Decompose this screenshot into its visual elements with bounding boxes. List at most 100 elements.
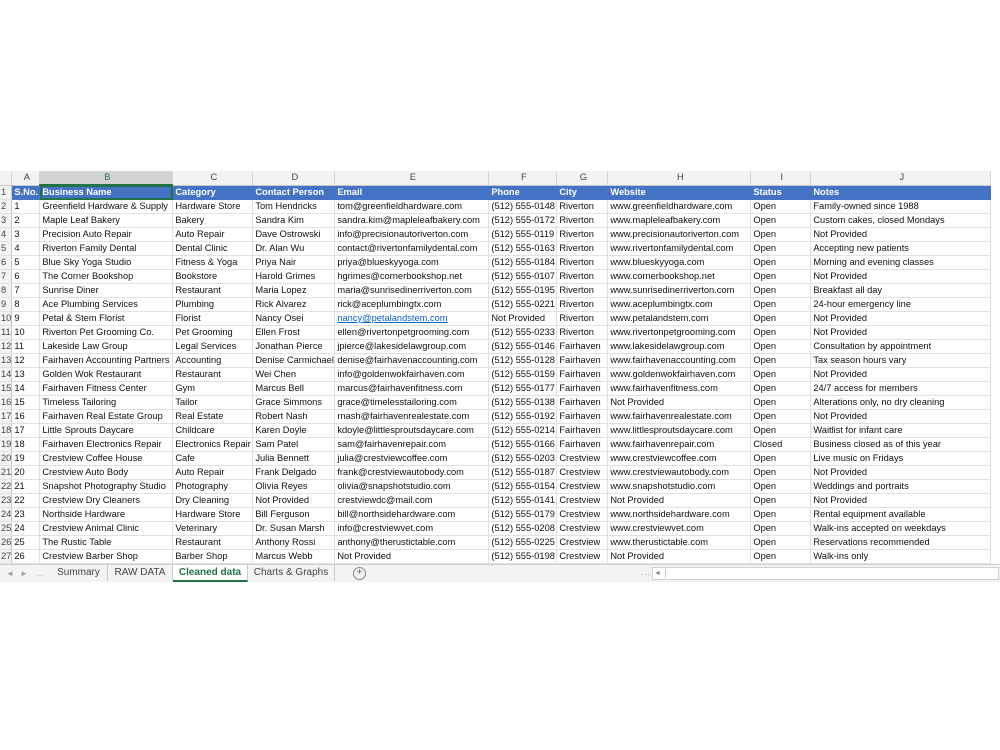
cell-status[interactable]: Open [750, 493, 812, 508]
cell-phone[interactable]: (512) 555-0163 [488, 241, 558, 256]
cell-business-name[interactable]: Timeless Tailoring [39, 395, 174, 410]
cell-email[interactable]: frank@crestviewautobody.com [334, 465, 490, 480]
cell-city[interactable]: Crestview [556, 521, 609, 536]
cell-sno[interactable]: 2 [11, 213, 41, 228]
cell-sno[interactable]: 19 [11, 451, 41, 466]
cell-city[interactable]: Crestview [556, 479, 609, 494]
cell-business-name[interactable]: Riverton Pet Grooming Co. [39, 325, 174, 340]
cell-category[interactable]: Hardware Store [172, 199, 254, 214]
row-number[interactable]: 1 [0, 185, 13, 200]
cell-business-name[interactable]: Fairhaven Accounting Partners [39, 353, 174, 368]
cell-phone[interactable]: (512) 555-0208 [488, 521, 558, 536]
cell-sno[interactable]: 1 [11, 199, 41, 214]
cell-notes[interactable]: Not Provided [810, 465, 992, 480]
cell-contact-person[interactable]: Bill Ferguson [252, 507, 336, 522]
cell-phone[interactable]: (512) 555-0172 [488, 213, 558, 228]
cell-business-name[interactable]: Maple Leaf Bakery [39, 213, 174, 228]
cell-email[interactable]: jpierce@lakesidelawgroup.com [334, 339, 490, 354]
cell-notes[interactable]: Rental equipment available [810, 507, 992, 522]
cell-contact-person[interactable]: Maria Lopez [252, 283, 336, 298]
cell-phone[interactable]: (512) 555-0203 [488, 451, 558, 466]
cell-sno[interactable]: 11 [11, 339, 41, 354]
cell-contact-person[interactable]: Sandra Kim [252, 213, 336, 228]
cell-notes[interactable]: Not Provided [810, 367, 992, 382]
cell-contact-person[interactable]: Ellen Frost [252, 325, 336, 340]
cell-contact-person[interactable]: Harold Grimes [252, 269, 336, 284]
cell-city[interactable]: Crestview [556, 493, 609, 508]
scroll-tabs-right-icon[interactable]: ► [18, 567, 30, 580]
cell-contact-person[interactable]: Frank Delgado [252, 465, 336, 480]
cell-sno[interactable]: 18 [11, 437, 41, 452]
cell-business-name[interactable]: Fairhaven Electronics Repair [39, 437, 174, 452]
cell-business-name[interactable]: Golden Wok Restaurant [39, 367, 174, 382]
cell-contact-person[interactable]: Not Provided [252, 493, 336, 508]
cell-email[interactable]: denise@fairhavenaccounting.com [334, 353, 490, 368]
cell-website[interactable]: www.rivertonfamilydental.com [607, 241, 752, 256]
cell-city[interactable]: Riverton [556, 297, 609, 312]
cell-phone[interactable]: (512) 555-0198 [488, 549, 558, 564]
cell-category[interactable]: Bookstore [172, 269, 254, 284]
cell-notes[interactable]: Not Provided [810, 227, 992, 242]
column-header-b[interactable]: B [39, 171, 174, 186]
cell-category[interactable]: Dry Cleaning [172, 493, 254, 508]
cell-website[interactable]: Not Provided [607, 549, 752, 564]
cell-sno[interactable]: 20 [11, 465, 41, 480]
cell-category[interactable]: Childcare [172, 423, 254, 438]
cell-status[interactable]: Open [750, 325, 812, 340]
cell-email[interactable]: info@goldenwokfairhaven.com [334, 367, 490, 382]
cell-city[interactable]: Riverton [556, 255, 609, 270]
cell-city[interactable]: Riverton [556, 269, 609, 284]
cell-city[interactable]: Crestview [556, 507, 609, 522]
cell-notes[interactable]: Not Provided [810, 269, 992, 284]
cell-website[interactable]: www.cornerbookshop.net [607, 269, 752, 284]
cell-phone[interactable]: (512) 555-0138 [488, 395, 558, 410]
cell-status[interactable]: Open [750, 549, 812, 564]
cell-business-name[interactable]: Greenfield Hardware & Supply [39, 199, 174, 214]
cell-city[interactable]: Crestview [556, 535, 609, 550]
cell-status[interactable]: Open [750, 213, 812, 228]
cell-notes[interactable]: Family-owned since 1988 [810, 199, 992, 214]
cell-status[interactable]: Open [750, 227, 812, 242]
cell-category[interactable]: Restaurant [172, 535, 254, 550]
cell-email[interactable]: anthony@therustictable.com [334, 535, 490, 550]
scrollbar-thumb[interactable] [665, 569, 986, 578]
cell-website[interactable]: www.sunrisedinerriverton.com [607, 283, 752, 298]
cell-website[interactable]: www.greenfieldhardware.com [607, 199, 752, 214]
cell-website[interactable]: www.aceplumbingtx.com [607, 297, 752, 312]
cell-website[interactable]: Not Provided [607, 493, 752, 508]
cell-city[interactable]: Fairhaven [556, 339, 609, 354]
cell-contact-person[interactable]: Karen Doyle [252, 423, 336, 438]
cell-business-name[interactable]: Blue Sky Yoga Studio [39, 255, 174, 270]
cell-phone[interactable]: (512) 555-0159 [488, 367, 558, 382]
row-number[interactable]: 20 [0, 451, 13, 466]
cell-email[interactable]: contact@rivertonfamilydental.com [334, 241, 490, 256]
cell-category[interactable]: Accounting [172, 353, 254, 368]
row-number[interactable]: 13 [0, 353, 13, 368]
cell-contact-person[interactable]: Grace Simmons [252, 395, 336, 410]
cell-business-name[interactable]: Lakeside Law Group [39, 339, 174, 354]
cell-business-name[interactable]: The Corner Bookshop [39, 269, 174, 284]
cell-contact-person[interactable]: Dave Ostrowski [252, 227, 336, 242]
cell-category[interactable]: Photography [172, 479, 254, 494]
cell-sno[interactable]: 8 [11, 297, 41, 312]
cell-contact-person[interactable]: Anthony Rossi [252, 535, 336, 550]
cell-business-name[interactable]: Fairhaven Real Estate Group [39, 409, 174, 424]
cell-website[interactable]: www.therustictable.com [607, 535, 752, 550]
column-header-f[interactable]: F [488, 171, 558, 186]
cell-notes[interactable]: Weddings and portraits [810, 479, 992, 494]
row-number[interactable]: 14 [0, 367, 13, 382]
cell-email[interactable]: info@crestviewvet.com [334, 521, 490, 536]
cell-phone[interactable]: (512) 555-0214 [488, 423, 558, 438]
cell-category[interactable]: Hardware Store [172, 507, 254, 522]
cell-business-name[interactable]: Riverton Family Dental [39, 241, 174, 256]
cell-phone[interactable]: (512) 555-0148 [488, 199, 558, 214]
row-number[interactable]: 16 [0, 395, 13, 410]
cell-phone[interactable]: (512) 555-0119 [488, 227, 558, 242]
cell-city[interactable]: Fairhaven [556, 409, 609, 424]
cell-contact-person[interactable]: Sam Patel [252, 437, 336, 452]
cell-phone[interactable]: (512) 555-0177 [488, 381, 558, 396]
horizontal-scrollbar[interactable]: ◄ [652, 567, 999, 580]
row-number[interactable]: 24 [0, 507, 13, 522]
cell-notes[interactable]: 24/7 access for members [810, 381, 992, 396]
cell-website[interactable]: www.fairhavenaccounting.com [607, 353, 752, 368]
